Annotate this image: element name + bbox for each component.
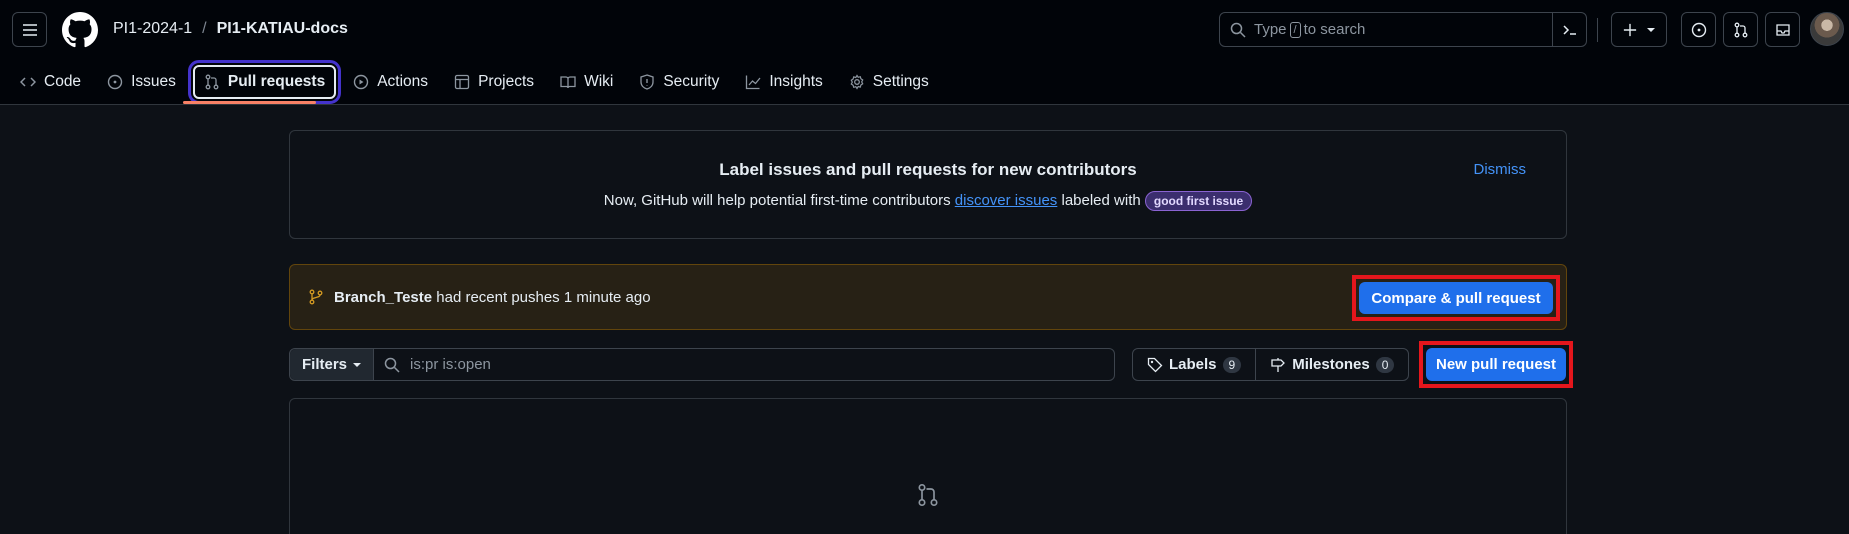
tab-code[interactable]: Code (11, 65, 90, 99)
github-logo-icon[interactable] (62, 12, 98, 48)
tab-actions[interactable]: Actions (344, 65, 437, 99)
search-input[interactable]: Type / to search (1219, 12, 1587, 47)
book-icon (560, 76, 576, 89)
milestones-button[interactable]: Milestones 0 (1255, 349, 1408, 380)
create-new-button[interactable] (1611, 12, 1667, 47)
code-icon (20, 77, 36, 87)
owner-link[interactable]: PI1-2024-1 (113, 20, 192, 38)
issues-button[interactable] (1681, 12, 1716, 47)
avatar[interactable] (1810, 12, 1844, 46)
tag-icon (1147, 357, 1163, 372)
graph-icon (746, 75, 761, 90)
search-shortcut-key: / (1289, 21, 1301, 38)
tab-issues[interactable]: Issues (98, 65, 185, 99)
labels-button[interactable]: Labels 9 (1133, 349, 1255, 380)
pull-requests-button[interactable] (1723, 12, 1758, 47)
milestone-icon (1271, 357, 1286, 372)
gear-icon (850, 74, 864, 90)
play-icon (354, 74, 369, 90)
table-icon (454, 74, 470, 90)
compare-pull-request-button[interactable]: Compare & pull request (1359, 282, 1553, 314)
labels-count: 9 (1222, 356, 1242, 373)
inbox-button[interactable] (1765, 12, 1800, 47)
tab-code-label: Code (44, 73, 82, 90)
recent-push-text: Branch_Teste had recent pushes 1 minute … (334, 289, 651, 306)
search-icon (1230, 22, 1246, 38)
breadcrumb: PI1-2024-1 / PI1-KATIAU-docs (113, 20, 348, 38)
tab-insights-label: Insights (769, 73, 823, 90)
plus-icon (1623, 23, 1637, 36)
tab-pull-requests[interactable]: Pull requests (187, 60, 342, 104)
git-pull-request-icon (916, 483, 940, 507)
issue-opened-icon (1691, 22, 1706, 37)
triangle-down-icon (1647, 27, 1655, 32)
banner-text-after: labeled with (1061, 192, 1141, 209)
branch-name[interactable]: Branch_Teste (334, 289, 432, 306)
labels-label: Labels (1169, 356, 1217, 373)
issue-opened-icon (107, 74, 123, 90)
tab-issues-label: Issues (131, 73, 176, 90)
discover-issues-link[interactable]: discover issues (955, 192, 1058, 209)
git-branch-icon (309, 289, 323, 305)
triangle-down-icon (353, 362, 361, 367)
breadcrumb-separator: / (202, 20, 207, 37)
tab-insights[interactable]: Insights (736, 65, 831, 99)
tab-security-label: Security (663, 73, 720, 90)
active-tab-underline (183, 101, 316, 104)
tab-pull-requests-label: Pull requests (227, 73, 326, 90)
tab-projects[interactable]: Projects (445, 65, 543, 99)
tab-wiki-label: Wiki (584, 73, 614, 90)
shield-icon (640, 74, 654, 90)
tab-wiki[interactable]: Wiki (551, 65, 622, 99)
banner-title: Label issues and pull requests for new c… (719, 160, 1137, 179)
milestones-label: Milestones (1292, 356, 1370, 373)
tab-actions-label: Actions (377, 73, 429, 90)
repo-nav: Code Issues Pull requests Actions Projec… (0, 60, 946, 104)
pr-search-input[interactable]: is:pr is:open (374, 356, 491, 373)
tab-settings[interactable]: Settings (840, 65, 938, 99)
recent-push-message: had recent pushes 1 minute ago (436, 288, 651, 306)
search-placeholder-suffix: to search (1303, 21, 1366, 38)
dismiss-button[interactable]: Dismiss (1474, 161, 1527, 178)
inbox-icon (1775, 23, 1790, 36)
milestones-count: 0 (1375, 356, 1395, 373)
new-pull-request-button[interactable]: New pull request (1426, 348, 1566, 381)
banner-text: Now, GitHub will help potential first-ti… (290, 191, 1566, 211)
pull-request-list (289, 398, 1567, 534)
git-pull-request-icon (1734, 22, 1747, 37)
command-palette-button[interactable] (1552, 13, 1586, 46)
filters-label: Filters (301, 356, 347, 373)
search-icon (384, 357, 400, 373)
terminal-icon (1562, 24, 1576, 35)
menu-button[interactable] (12, 12, 47, 47)
labels-milestones-group: Labels 9 Milestones 0 (1132, 348, 1409, 381)
tab-settings-label: Settings (872, 73, 929, 90)
tab-security[interactable]: Security (630, 65, 728, 99)
header-divider (1597, 18, 1598, 42)
good-first-issue-label[interactable]: good first issue (1144, 191, 1253, 211)
search-placeholder-prefix: Type (1254, 21, 1287, 38)
tab-projects-label: Projects (478, 73, 535, 90)
contributor-banner: Label issues and pull requests for new c… (289, 130, 1567, 239)
hamburger-icon (22, 23, 37, 36)
git-pull-request-icon (205, 74, 219, 90)
banner-text-before: Now, GitHub will help potential first-ti… (603, 192, 951, 209)
filter-bar: Filters is:pr is:open (289, 348, 1115, 381)
pr-search-query: is:pr is:open (410, 356, 491, 373)
filters-button[interactable]: Filters (290, 349, 374, 380)
top-header: PI1-2024-1 / PI1-KATIAU-docs Type / to s… (0, 0, 1849, 105)
repo-link[interactable]: PI1-KATIAU-docs (217, 20, 348, 38)
